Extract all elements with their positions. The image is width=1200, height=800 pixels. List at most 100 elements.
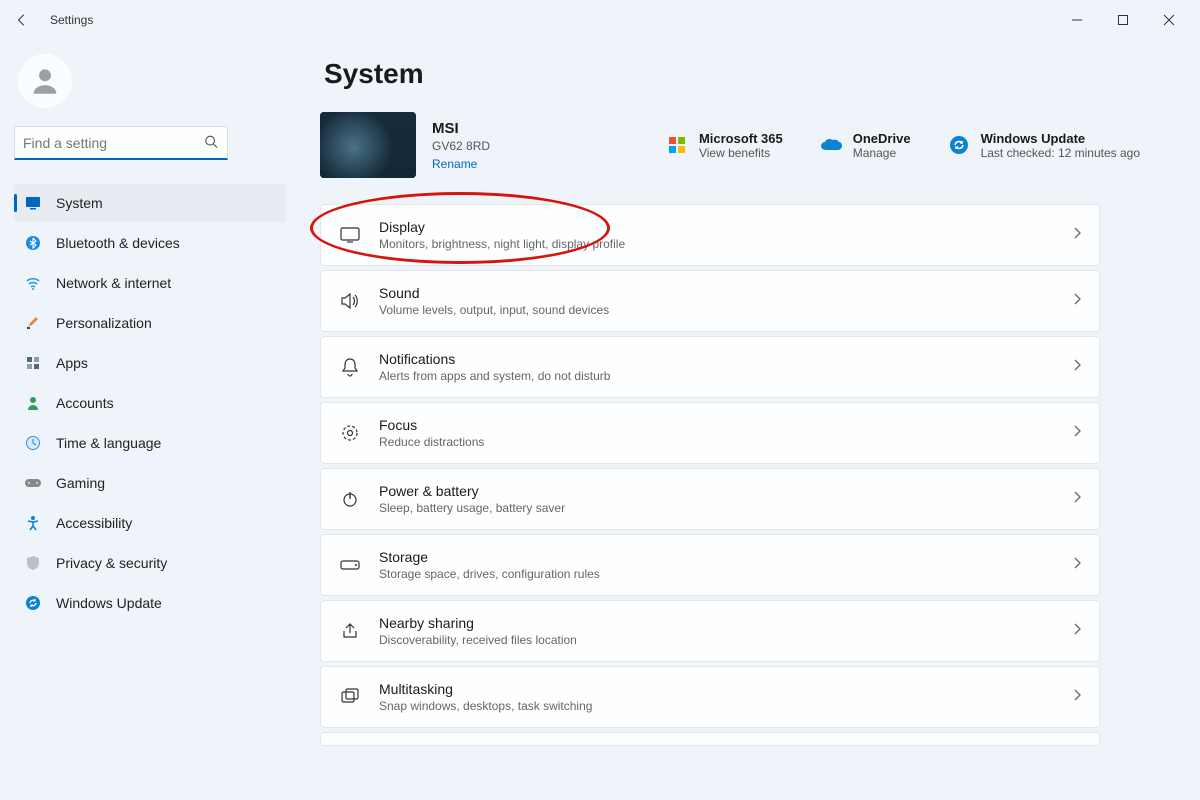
bell-icon: [339, 356, 361, 378]
card-multitasking[interactable]: Multitasking Snap windows, desktops, tas…: [320, 666, 1100, 728]
card-storage[interactable]: Storage Storage space, drives, configura…: [320, 534, 1100, 596]
nav-label: Accounts: [56, 395, 114, 411]
window-minimize-button[interactable]: [1054, 4, 1100, 36]
onedrive-icon: [819, 133, 843, 157]
card-title: Nearby sharing: [379, 615, 577, 631]
card-subtitle: Snap windows, desktops, task switching: [379, 699, 592, 713]
accessibility-icon: [24, 514, 42, 532]
multitasking-icon: [339, 686, 361, 708]
apps-icon: [24, 354, 42, 372]
card-title: Display: [379, 219, 625, 235]
sound-icon: [339, 290, 361, 312]
shield-icon: [24, 554, 42, 572]
card-title: Multitasking: [379, 681, 592, 697]
device-row: MSI GV62 8RD Rename Microsoft 365 View b…: [320, 112, 1140, 178]
display-icon: [339, 224, 361, 246]
chevron-right-icon: [1073, 424, 1081, 442]
bluetooth-icon: [24, 234, 42, 252]
nav-label: Privacy & security: [56, 555, 167, 571]
globe-clock-icon: [24, 434, 42, 452]
minimize-icon: [1071, 14, 1083, 26]
status-sub: View benefits: [699, 146, 783, 160]
user-avatar[interactable]: [18, 54, 286, 108]
nav-label: Time & language: [56, 435, 161, 451]
chevron-right-icon: [1073, 622, 1081, 640]
device-model: GV62 8RD: [432, 139, 490, 153]
nav-label: Windows Update: [56, 595, 162, 611]
search-input[interactable]: [14, 126, 228, 160]
card-sound[interactable]: Sound Volume levels, output, input, soun…: [320, 270, 1100, 332]
arrow-left-icon: [15, 13, 29, 27]
maximize-icon: [1117, 14, 1129, 26]
card-subtitle: Sleep, battery usage, battery saver: [379, 501, 565, 515]
back-button[interactable]: [8, 6, 36, 34]
nav-item-personalization[interactable]: Personalization: [14, 304, 286, 342]
nav-item-gaming[interactable]: Gaming: [14, 464, 286, 502]
nav-label: Apps: [56, 355, 88, 371]
search-box: [14, 126, 228, 160]
device-name: MSI: [432, 120, 490, 137]
chevron-right-icon: [1073, 688, 1081, 706]
system-icon: [24, 194, 42, 212]
settings-card-list: Display Monitors, brightness, night ligh…: [320, 204, 1100, 746]
nav-list: System Bluetooth & devices Network & int…: [14, 184, 286, 622]
card-power[interactable]: Power & battery Sleep, battery usage, ba…: [320, 468, 1100, 530]
nav-item-network[interactable]: Network & internet: [14, 264, 286, 302]
chevron-right-icon: [1073, 490, 1081, 508]
card-subtitle: Discoverability, received files location: [379, 633, 577, 647]
device-wallpaper-thumb[interactable]: [320, 112, 416, 178]
nav-item-bluetooth[interactable]: Bluetooth & devices: [14, 224, 286, 262]
nav-item-accessibility[interactable]: Accessibility: [14, 504, 286, 542]
card-next-partial[interactable]: [320, 732, 1100, 746]
card-focus[interactable]: Focus Reduce distractions: [320, 402, 1100, 464]
page-title: System: [324, 58, 1140, 90]
card-notifications[interactable]: Notifications Alerts from apps and syste…: [320, 336, 1100, 398]
accounts-icon: [24, 394, 42, 412]
window-close-button[interactable]: [1146, 4, 1192, 36]
sidebar: System Bluetooth & devices Network & int…: [0, 40, 300, 800]
card-title: Storage: [379, 549, 600, 565]
nav-label: System: [56, 195, 103, 211]
nav-item-system[interactable]: System: [14, 184, 286, 222]
device-rename-link[interactable]: Rename: [432, 157, 490, 171]
power-icon: [339, 488, 361, 510]
card-nearby-sharing[interactable]: Nearby sharing Discoverability, received…: [320, 600, 1100, 662]
nav-item-time[interactable]: Time & language: [14, 424, 286, 462]
status-microsoft365[interactable]: Microsoft 365 View benefits: [665, 131, 783, 160]
chevron-right-icon: [1073, 358, 1081, 376]
card-subtitle: Monitors, brightness, night light, displ…: [379, 237, 625, 251]
nav-label: Accessibility: [56, 515, 132, 531]
chevron-right-icon: [1073, 292, 1081, 310]
paintbrush-icon: [24, 314, 42, 332]
windows-update-icon: [947, 133, 971, 157]
nav-item-accounts[interactable]: Accounts: [14, 384, 286, 422]
nav-item-apps[interactable]: Apps: [14, 344, 286, 382]
card-display[interactable]: Display Monitors, brightness, night ligh…: [320, 204, 1100, 266]
card-subtitle: Reduce distractions: [379, 435, 484, 449]
card-title: Power & battery: [379, 483, 565, 499]
microsoft365-icon: [665, 133, 689, 157]
wifi-icon: [24, 274, 42, 292]
status-title: OneDrive: [853, 131, 911, 146]
card-title: Sound: [379, 285, 609, 301]
nav-label: Bluetooth & devices: [56, 235, 180, 251]
storage-icon: [339, 554, 361, 576]
share-icon: [339, 620, 361, 642]
focus-icon: [339, 422, 361, 444]
status-sub: Last checked: 12 minutes ago: [981, 146, 1140, 160]
card-subtitle: Storage space, drives, configuration rul…: [379, 567, 600, 581]
titlebar: Settings: [0, 0, 1200, 40]
nav-item-privacy[interactable]: Privacy & security: [14, 544, 286, 582]
titlebar-title: Settings: [50, 13, 93, 27]
nav-label: Personalization: [56, 315, 152, 331]
card-subtitle: Alerts from apps and system, do not dist…: [379, 369, 610, 383]
card-title: Focus: [379, 417, 484, 433]
status-windows-update[interactable]: Windows Update Last checked: 12 minutes …: [947, 131, 1140, 160]
status-sub: Manage: [853, 146, 911, 160]
nav-item-update[interactable]: Windows Update: [14, 584, 286, 622]
chevron-right-icon: [1073, 556, 1081, 574]
window-maximize-button[interactable]: [1100, 4, 1146, 36]
status-onedrive[interactable]: OneDrive Manage: [819, 131, 911, 160]
card-title: Notifications: [379, 351, 610, 367]
status-title: Windows Update: [981, 131, 1140, 146]
